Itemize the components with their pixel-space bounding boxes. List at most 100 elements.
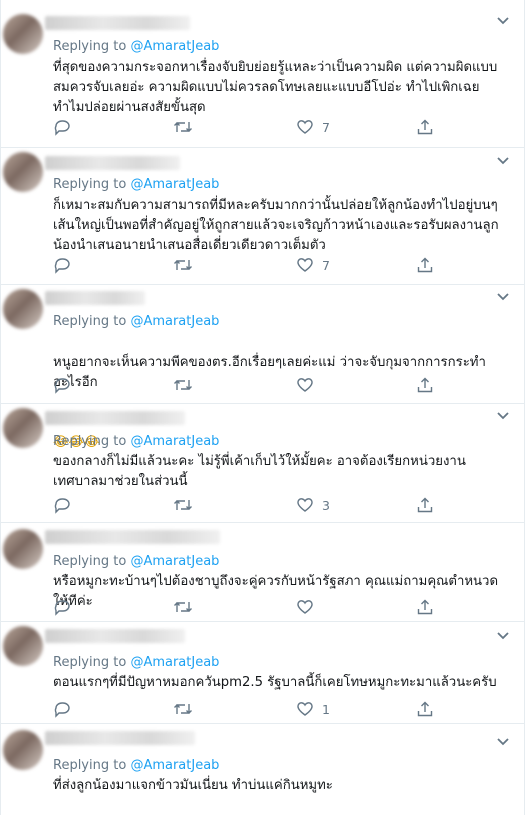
tweet-actions: 7 [53, 117, 453, 137]
replying-to-label: Replying to [53, 177, 127, 192]
avatar[interactable] [3, 408, 43, 448]
share-button[interactable] [416, 375, 434, 395]
tweet-text: ที่สุดของความกระจอกหาเรื่องจับยิบย่อยรู้… [53, 60, 498, 115]
replying-to-label: Replying to [53, 434, 127, 449]
user-name-blurred[interactable] [45, 291, 145, 305]
chevron-down-icon[interactable] [496, 737, 510, 747]
avatar[interactable] [3, 14, 43, 54]
avatar[interactable] [3, 289, 43, 329]
tweet-actions: 7 [53, 255, 453, 275]
replying-to-handle[interactable]: @AmaratJeab [130, 434, 219, 449]
replying-to-handle[interactable]: @AmaratJeab [130, 554, 219, 569]
reply-button[interactable] [53, 495, 79, 515]
user-name-blurred[interactable] [45, 629, 185, 643]
reply-icon [54, 378, 70, 394]
tweet-text: ของกลางก็ไม่มีแล้วนะคะ ไม่รู้พี่เค้าเก็บ… [53, 454, 466, 489]
tweet-text: ตอนแรกๆที่มีปัญหาหมอกควันpm2.5 รัฐบาลนี้… [53, 675, 497, 690]
replying-to-label: Replying to [53, 314, 127, 329]
user-name-blurred[interactable] [45, 411, 185, 425]
tweet-card[interactable]: Replying to @AmaratJeab ที่ส่งลูกน้องมาแ… [1, 724, 524, 815]
reply-button[interactable] [53, 375, 79, 395]
heart-icon [297, 702, 313, 716]
reply-icon [54, 120, 70, 136]
share-icon [417, 257, 433, 273]
retweet-icon [174, 260, 192, 270]
reply-icon [54, 258, 70, 274]
tweet-card[interactable]: Replying to @AmaratJeab ตอนแรกๆที่มีปัญห… [1, 622, 524, 724]
share-icon [417, 497, 433, 513]
reply-icon [54, 600, 70, 616]
chevron-down-icon[interactable] [496, 292, 510, 302]
retweet-icon [174, 704, 192, 714]
heart-icon [297, 120, 313, 134]
share-icon [417, 701, 433, 717]
replying-to: Replying to @AmaratJeab [53, 434, 219, 449]
chevron-down-icon[interactable] [496, 631, 510, 641]
share-button[interactable] [416, 597, 434, 617]
share-button[interactable] [416, 495, 434, 515]
like-button[interactable]: 7 [296, 117, 330, 137]
user-name-blurred[interactable] [45, 156, 180, 170]
replying-to: Replying to @AmaratJeab [53, 177, 219, 192]
avatar[interactable] [3, 730, 43, 770]
chevron-down-icon[interactable] [496, 156, 510, 166]
like-button[interactable] [296, 375, 322, 395]
replying-to-handle[interactable]: @AmaratJeab [130, 758, 219, 773]
retweet-icon [174, 122, 192, 132]
tweet-actions [53, 375, 453, 395]
user-name-blurred[interactable] [45, 530, 220, 544]
avatar[interactable] [3, 152, 43, 192]
tweet-card[interactable]: Replying to @AmaratJeab หรือหมูกะทะบ้านๆ… [1, 523, 524, 622]
tweet-actions: 3 [53, 495, 453, 515]
tweet-card[interactable]: Replying to @AmaratJeab ของกลางก็ไม่มีแล… [1, 404, 524, 523]
share-button[interactable] [416, 699, 434, 719]
tweet-actions: 1 [53, 699, 453, 719]
like-count: 7 [322, 119, 330, 135]
tweet-card[interactable]: Replying to @AmaratJeab หนูอยากจะเห็นควา… [1, 285, 524, 450]
replying-to: Replying to @AmaratJeab [53, 314, 219, 329]
like-button[interactable]: 3 [296, 495, 330, 515]
reply-icon [54, 702, 70, 718]
tweet-card[interactable]: Replying to @AmaratJeab ที่สุดของความกระ… [1, 0, 524, 148]
retweet-button[interactable] [173, 255, 201, 275]
replying-to-handle[interactable]: @AmaratJeab [130, 655, 219, 670]
reply-icon [54, 498, 70, 514]
retweet-button[interactable] [173, 375, 201, 395]
share-button[interactable] [416, 117, 434, 137]
reply-feed: Replying to @AmaratJeab ที่สุดของความกระ… [0, 0, 525, 815]
retweet-icon [174, 380, 192, 390]
retweet-icon [174, 500, 192, 510]
like-button[interactable] [296, 597, 322, 617]
retweet-icon [174, 602, 192, 612]
tweet-card[interactable]: Replying to @AmaratJeab ก็เหมาะสมกับความ… [1, 148, 524, 285]
retweet-button[interactable] [173, 699, 201, 719]
replying-to-label: Replying to [53, 758, 127, 773]
share-icon [417, 599, 433, 615]
chevron-down-icon[interactable] [496, 411, 510, 421]
user-name-blurred[interactable] [45, 731, 195, 745]
retweet-button[interactable] [173, 597, 201, 617]
replying-to-handle[interactable]: @AmaratJeab [130, 39, 219, 54]
like-button[interactable]: 1 [296, 699, 330, 719]
share-button[interactable] [416, 255, 434, 275]
tweet-actions [53, 597, 453, 617]
chevron-down-icon[interactable] [496, 16, 510, 26]
like-count: 3 [322, 497, 330, 513]
like-count: 1 [322, 701, 330, 717]
reply-button[interactable] [53, 255, 79, 275]
replying-to: Replying to @AmaratJeab [53, 39, 219, 54]
user-name-blurred[interactable] [45, 16, 190, 30]
reply-button[interactable] [53, 597, 79, 617]
heart-icon [297, 378, 313, 392]
reply-button[interactable] [53, 117, 79, 137]
replying-to-handle[interactable]: @AmaratJeab [130, 314, 219, 329]
retweet-button[interactable] [173, 495, 201, 515]
like-button[interactable]: 7 [296, 255, 330, 275]
replying-to-handle[interactable]: @AmaratJeab [130, 177, 219, 192]
reply-button[interactable] [53, 699, 79, 719]
retweet-button[interactable] [173, 117, 201, 137]
avatar[interactable] [3, 626, 43, 666]
heart-icon [297, 600, 313, 614]
avatar[interactable] [3, 529, 43, 569]
share-icon [417, 377, 433, 393]
